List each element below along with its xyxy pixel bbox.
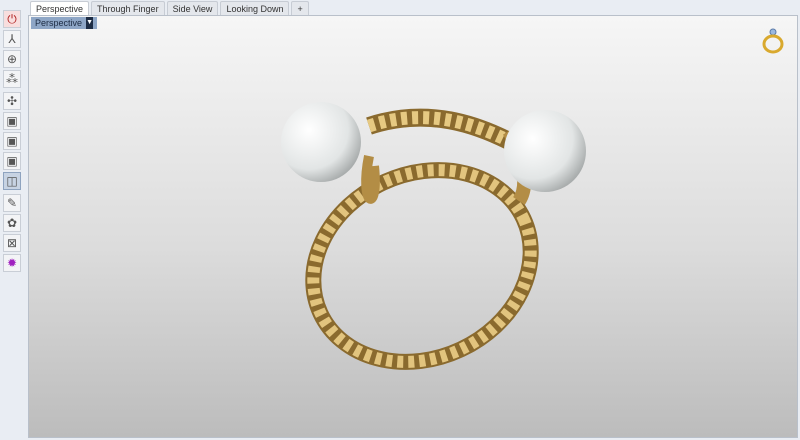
gear-icon[interactable]: ✹ [3, 254, 21, 272]
box-front-icon[interactable]: ▣ [3, 112, 21, 130]
3d-viewport[interactable]: Perspective ▼ [28, 15, 798, 438]
paint-icon[interactable]: ✿ [3, 214, 21, 232]
globe-icon[interactable]: ⊕ [3, 50, 21, 68]
axis-arrows-icon[interactable]: ✣ [3, 92, 21, 110]
add-tab-button[interactable]: + [291, 1, 309, 16]
right-pearl [504, 110, 586, 192]
tab-perspective[interactable]: Perspective [30, 1, 90, 16]
box-side-icon[interactable]: ▣ [3, 132, 21, 150]
nodes-icon[interactable]: ⁂ [3, 70, 21, 88]
tab-through-finger[interactable]: Through Finger [91, 1, 165, 16]
view-tabs: Perspective Through Finger Side View Loo… [30, 1, 309, 16]
ring-logo-icon[interactable] [761, 26, 785, 54]
ring-render [281, 102, 586, 370]
left-pearl [281, 102, 361, 182]
box-perspective-icon[interactable]: ◫ [3, 172, 21, 190]
axes-icon[interactable]: ⅄ [3, 30, 21, 48]
zoom-extents-icon[interactable]: ⊠ [3, 234, 21, 252]
brush-icon[interactable]: ✎ [3, 194, 21, 212]
tab-looking-down[interactable]: Looking Down [220, 1, 290, 16]
tab-side-view[interactable]: Side View [166, 1, 219, 16]
power-icon[interactable]: ⏻ [3, 10, 21, 28]
box-top-icon[interactable]: ▣ [3, 152, 21, 170]
